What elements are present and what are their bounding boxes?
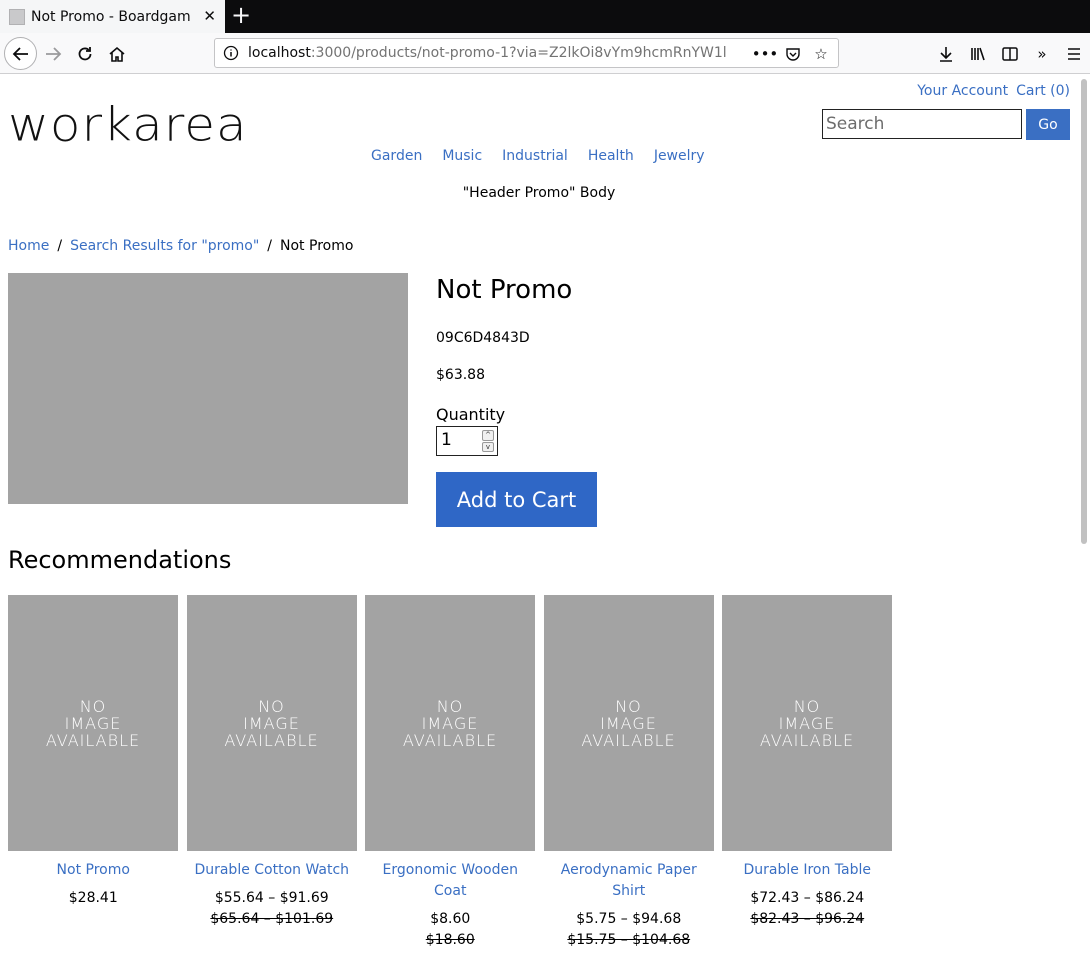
breadcrumb: Home / Search Results for "promo" / Not … (8, 238, 353, 254)
recommendation-name-link[interactable]: Ergonomic Wooden Coat (383, 862, 518, 899)
scrollbar-thumb[interactable] (1081, 79, 1087, 544)
product-sku: 09C6D4843D (436, 330, 530, 346)
recommendation-card: NO IMAGE AVAILABLE Not Promo $28.41 (8, 595, 179, 951)
add-to-cart-button[interactable]: Add to Cart (436, 472, 597, 527)
recommendation-card: NO IMAGE AVAILABLE Durable Cotton Watch $5… (186, 595, 358, 951)
tab-title: Not Promo - Boardgame (31, 8, 191, 25)
page-scrollbar[interactable] (1078, 75, 1090, 960)
no-image-placeholder[interactable]: NO IMAGE AVAILABLE (722, 595, 892, 851)
quantity-value[interactable]: 1 (441, 430, 452, 450)
recommendation-original-price: $18.60 (425, 932, 475, 948)
header-promo: "Header Promo" Body (462, 185, 616, 201)
recommendation-original-price: $65.64 – $101.69 (210, 911, 334, 927)
recommendation-price: $55.64 – $91.69 (214, 890, 329, 906)
page-actions-icon[interactable]: ••• (752, 45, 779, 63)
account-links: Your Account Cart (0) (917, 83, 1070, 99)
nav-item-garden[interactable]: Garden (371, 148, 422, 164)
nav-item-jewelry[interactable]: Jewelry (654, 148, 705, 164)
breadcrumb-home[interactable]: Home (8, 238, 49, 254)
recommendation-card: NO IMAGE AVAILABLE Durable Iron Table $72.… (722, 595, 893, 951)
url-bar[interactable]: localhost:3000/products/not-promo-1?via=… (214, 38, 839, 68)
info-icon[interactable] (223, 45, 239, 61)
bookmark-star-icon[interactable]: ☆ (812, 45, 830, 63)
product-image (8, 273, 408, 504)
pocket-icon[interactable] (784, 45, 802, 63)
breadcrumb-current: Not Promo (280, 238, 354, 254)
recommendation-name-link[interactable]: Not Promo (57, 862, 130, 878)
breadcrumb-search-results[interactable]: Search Results for "promo" (70, 238, 259, 254)
quantity-label: Quantity (436, 405, 506, 424)
increment-icon[interactable]: ^ (482, 430, 494, 441)
page-content: workarea Your Account Cart (0) Go Garden… (0, 75, 1078, 960)
recommendation-original-price: $15.75 – $104.68 (567, 932, 691, 948)
recommendation-name-link[interactable]: Aerodynamic Paper Shirt (561, 862, 697, 899)
recommendation-name-link[interactable]: Durable Cotton Watch (194, 862, 349, 878)
search-input[interactable] (822, 109, 1022, 139)
back-icon[interactable] (4, 37, 37, 70)
close-icon[interactable]: ✕ (203, 8, 216, 24)
recommendation-original-price: $82.43 – $96.24 (750, 911, 865, 927)
nav-item-health[interactable]: Health (588, 148, 634, 164)
overflow-menu-icon[interactable]: » (1026, 39, 1058, 69)
category-nav: Garden Music Industrial Health Jewelry (371, 148, 705, 164)
browser-tab[interactable]: Not Promo - Boardgame ✕ (0, 0, 225, 33)
recommendation-price: $5.75 – $94.68 (576, 911, 682, 927)
new-tab-icon[interactable]: + (230, 3, 252, 28)
decrement-icon[interactable]: v (482, 441, 494, 452)
search-button[interactable]: Go (1026, 109, 1070, 140)
recommendation-price: $72.43 – $86.24 (750, 890, 865, 906)
recommendation-card: NO IMAGE AVAILABLE Aerodynamic Paper Shirt… (543, 595, 715, 951)
nav-item-industrial[interactable]: Industrial (502, 148, 568, 164)
no-image-placeholder[interactable]: NO IMAGE AVAILABLE (186, 595, 357, 851)
browser-tab-bar: Not Promo - Boardgame ✕ + (0, 0, 1090, 33)
forward-icon[interactable] (38, 39, 68, 69)
home-icon[interactable] (102, 39, 132, 69)
recommendation-price: $28.41 (68, 890, 118, 906)
recommendation-card: NO IMAGE AVAILABLE Ergonomic Wooden Coat $… (365, 595, 536, 951)
site-logo[interactable]: workarea (8, 99, 248, 151)
no-image-placeholder[interactable]: NO IMAGE AVAILABLE (543, 595, 714, 851)
downloads-icon[interactable] (930, 39, 962, 69)
recommendations-heading: Recommendations (8, 546, 232, 574)
recommendation-name-link[interactable]: Durable Iron Table (744, 862, 872, 878)
browser-nav-bar: localhost:3000/products/not-promo-1?via=… (0, 33, 1090, 74)
your-account-link[interactable]: Your Account (917, 83, 1008, 99)
nav-item-music[interactable]: Music (442, 148, 482, 164)
sidebar-icon[interactable] (994, 39, 1026, 69)
breadcrumb-separator: / (57, 238, 63, 254)
quantity-stepper[interactable]: 1 ^ v (436, 426, 498, 456)
reload-icon[interactable] (70, 39, 100, 69)
recommendation-price: $8.60 (430, 911, 471, 927)
no-image-placeholder[interactable]: NO IMAGE AVAILABLE (365, 595, 535, 851)
breadcrumb-separator: / (267, 238, 273, 254)
favicon-icon (9, 8, 25, 25)
url-text[interactable]: localhost:3000/products/not-promo-1?via=… (248, 45, 728, 61)
cart-link[interactable]: Cart (0) (1016, 83, 1070, 99)
product-price: $63.88 (436, 367, 485, 383)
no-image-placeholder[interactable]: NO IMAGE AVAILABLE (8, 595, 178, 851)
hamburger-menu-icon[interactable] (1058, 39, 1090, 69)
recommendations-grid: NO IMAGE AVAILABLE Not Promo $28.41 NO IMAG… (8, 595, 893, 951)
product-name: Not Promo (436, 275, 573, 305)
library-icon[interactable] (962, 39, 994, 69)
